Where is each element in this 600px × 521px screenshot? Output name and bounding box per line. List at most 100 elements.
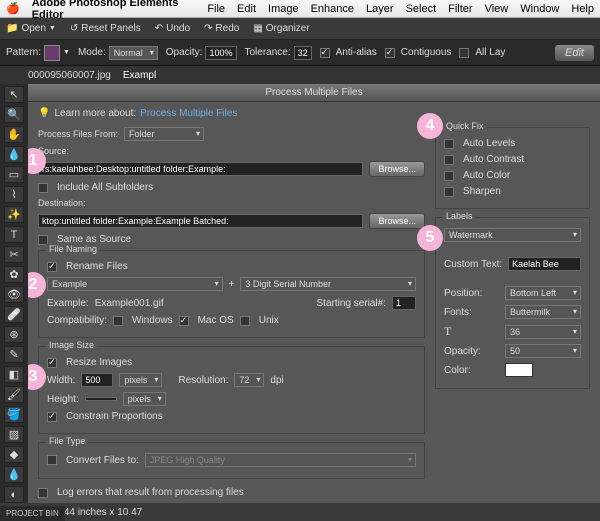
lasso-tool-icon[interactable]: ⌇ (4, 186, 24, 203)
compat-macos-checkbox[interactable] (179, 316, 189, 326)
autocontrast-checkbox[interactable] (444, 155, 454, 165)
menu-select[interactable]: Select (406, 3, 437, 15)
learn-label: Learn more about: (54, 108, 136, 119)
reset-panels-button[interactable]: ↺ Reset Panels (70, 23, 141, 34)
mode-label: Mode: (78, 47, 106, 58)
menu-file[interactable]: File (207, 3, 225, 15)
quickfix-group-label: Quick Fix (443, 121, 487, 131)
width-input[interactable]: 500 (81, 373, 113, 387)
tolerance-input[interactable]: 32 (294, 46, 312, 60)
compat-unix-checkbox[interactable] (240, 316, 250, 326)
apple-icon[interactable]: 🍎 (6, 2, 20, 15)
source-browse-button[interactable]: Browse... (369, 161, 425, 177)
eyedropper-tool-icon[interactable]: 💧 (4, 146, 24, 163)
macos-menubar: 🍎 Adobe Photoshop Elements Editor File E… (0, 0, 600, 18)
marquee-tool-icon[interactable]: ▭ (4, 166, 24, 183)
menu-filter[interactable]: Filter (448, 3, 472, 15)
labels-group-label: Labels (443, 211, 476, 221)
hand-tool-icon[interactable]: ✋ (4, 126, 24, 143)
lightbulb-icon: 💡 (38, 108, 50, 119)
stamp-tool-icon[interactable]: ⊛ (4, 326, 24, 343)
project-bin-tab[interactable]: PROJECT BIN (0, 506, 65, 521)
app-name: Adobe Photoshop Elements Editor (32, 0, 196, 21)
all-layers-checkbox[interactable] (459, 48, 469, 58)
redo-button[interactable]: ↷ Redo (204, 23, 239, 34)
move-tool-icon[interactable]: ↖ (4, 86, 24, 103)
zoom-tool-icon[interactable]: 🔍 (4, 106, 24, 123)
pattern-swatch[interactable] (44, 45, 60, 61)
shape-tool-icon[interactable]: ◆ (4, 446, 24, 463)
process-from-label: Process Files From: (38, 129, 118, 139)
bucket-tool-icon[interactable]: 🪣 (4, 406, 24, 423)
height-unit-select[interactable]: pixels (123, 392, 166, 406)
cookie-tool-icon[interactable]: ✿ (4, 266, 24, 283)
position-select[interactable]: Bottom Left (505, 286, 581, 300)
width-unit-select[interactable]: pixels (119, 373, 162, 387)
contiguous-checkbox[interactable] (385, 48, 395, 58)
folder-icon: 📁 (6, 23, 18, 34)
gradient-tool-icon[interactable]: ▨ (4, 426, 24, 443)
organizer-button[interactable]: ▦ Organizer (253, 23, 309, 34)
annotation-5: 5 (417, 225, 443, 251)
redeye-tool-icon[interactable]: 👁 (4, 286, 24, 303)
crop-tool-icon[interactable]: ✂ (4, 246, 24, 263)
brush-tool-icon[interactable]: 🖌 (4, 386, 24, 403)
learn-link[interactable]: Process Multiple Files (140, 108, 237, 119)
source-path-input[interactable]: rs:kaelahbee:Desktop:untitled folder:Exa… (38, 162, 363, 176)
edit-mode-button[interactable]: Edit (555, 45, 594, 61)
eraser-tool-icon[interactable]: ◧ (4, 366, 24, 383)
menu-help[interactable]: Help (571, 3, 594, 15)
menu-edit[interactable]: Edit (237, 3, 256, 15)
menu-image[interactable]: Image (268, 3, 299, 15)
height-input[interactable] (85, 397, 117, 401)
options-bar: Pattern:▼ Mode:Normal Opacity:100% Toler… (0, 40, 600, 66)
type-tool-icon[interactable]: T (4, 226, 24, 243)
tab-2[interactable]: Exampl (123, 70, 156, 81)
convert-files-checkbox[interactable] (47, 455, 57, 465)
starting-serial-input[interactable]: 1 (392, 296, 416, 310)
menu-layer[interactable]: Layer (366, 3, 394, 15)
include-subfolders-checkbox[interactable] (38, 183, 48, 193)
dest-path-input[interactable]: ktop:untitled folder:Example:Example Bat… (38, 214, 363, 228)
resize-images-checkbox[interactable] (47, 358, 57, 368)
menu-view[interactable]: View (485, 3, 509, 15)
app-toolbar-1: 📁Open ▼ ↺ Reset Panels ↶ Undo ↷ Redo ▦ O… (0, 18, 600, 40)
open-button[interactable]: 📁Open ▼ (6, 23, 56, 34)
opacity-label: Opacity: (166, 47, 203, 58)
tab-1[interactable]: 000095060007.jpg (28, 70, 111, 81)
heal-tool-icon[interactable]: 🩹 (4, 306, 24, 323)
name-base-select[interactable]: Example (47, 277, 223, 291)
blur-tool-icon[interactable]: 💧 (4, 466, 24, 483)
mode-select[interactable]: Normal (109, 46, 158, 60)
labels-type-select[interactable]: Watermark (444, 228, 581, 242)
custom-text-input[interactable]: Kaelah Bee (508, 257, 581, 271)
sponge-tool-icon[interactable]: ◐ (4, 486, 24, 503)
label-opacity-select[interactable]: 50 (505, 344, 581, 358)
antialias-checkbox[interactable] (320, 48, 330, 58)
convert-format-select[interactable]: JPEG High Quality (145, 453, 416, 467)
font-size-select[interactable]: 36 (505, 325, 581, 339)
menu-enhance[interactable]: Enhance (311, 3, 354, 15)
rename-files-checkbox[interactable] (47, 262, 57, 272)
annotation-4: 4 (417, 113, 443, 139)
wand-tool-icon[interactable]: ✨ (4, 206, 24, 223)
fonts-select[interactable]: Buttermilk (505, 305, 581, 319)
dest-browse-button[interactable]: Browse... (369, 213, 425, 229)
constrain-checkbox[interactable] (47, 412, 57, 422)
tool-palette: ↖ 🔍 ✋ 💧 ▭ ⌇ ✨ T ✂ ✿ 👁 🩹 ⊛ ✎ ◧ 🖌 🪣 ▨ ◆ 💧 … (0, 84, 28, 521)
label-color-swatch[interactable] (505, 363, 533, 377)
undo-button[interactable]: ↶ Undo (155, 23, 190, 34)
menu-window[interactable]: Window (520, 3, 559, 15)
opacity-input[interactable]: 100% (205, 46, 236, 60)
name-serial-select[interactable]: 3 Digit Serial Number (240, 277, 416, 291)
autolevels-checkbox[interactable] (444, 139, 454, 149)
same-as-source-checkbox[interactable] (38, 235, 48, 245)
pattern-label: Pattern: (6, 47, 41, 58)
log-errors-checkbox[interactable] (38, 488, 48, 498)
pencil-tool-icon[interactable]: ✎ (4, 346, 24, 363)
compat-windows-checkbox[interactable] (113, 316, 123, 326)
process-from-select[interactable]: Folder (124, 127, 204, 141)
sharpen-checkbox[interactable] (444, 187, 454, 197)
resolution-select[interactable]: 72 (234, 373, 264, 387)
autocolor-checkbox[interactable] (444, 171, 454, 181)
